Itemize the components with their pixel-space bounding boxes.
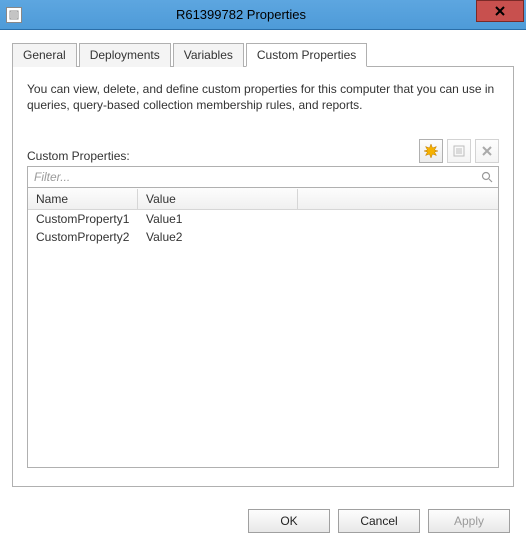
cell-value: Value2: [138, 229, 298, 245]
cell-value: Value1: [138, 211, 298, 227]
tab-general[interactable]: General: [12, 43, 77, 67]
properties-listview[interactable]: Name Value CustomProperty1 Value1 Custom…: [27, 188, 499, 468]
edit-property-button[interactable]: [447, 139, 471, 163]
search-icon[interactable]: [476, 171, 498, 183]
description-text: You can view, delete, and define custom …: [27, 81, 499, 113]
column-header-name[interactable]: Name: [28, 189, 138, 209]
table-row[interactable]: CustomProperty2 Value2: [28, 228, 498, 246]
window-title: R61399782 Properties: [6, 7, 476, 22]
tab-deployments[interactable]: Deployments: [79, 43, 171, 67]
table-row[interactable]: CustomProperty1 Value1: [28, 210, 498, 228]
listview-header: Name Value: [28, 188, 498, 210]
starburst-icon: [424, 144, 438, 158]
dialog-buttons: OK Cancel Apply: [248, 509, 510, 533]
delete-x-icon: [480, 144, 494, 158]
title-bar: R61399782 Properties: [0, 0, 526, 30]
cell-name: CustomProperty1: [28, 211, 138, 227]
tab-strip: General Deployments Variables Custom Pro…: [12, 42, 514, 67]
cell-name: CustomProperty2: [28, 229, 138, 245]
delete-property-button[interactable]: [475, 139, 499, 163]
column-header-spacer: [298, 196, 498, 202]
tab-panel-custom-properties: You can view, delete, and define custom …: [12, 67, 514, 487]
column-header-value[interactable]: Value: [138, 189, 298, 209]
filter-input[interactable]: [28, 168, 476, 186]
filter-box: [27, 166, 499, 188]
tab-custom-properties[interactable]: Custom Properties: [246, 43, 367, 67]
apply-button[interactable]: Apply: [428, 509, 510, 533]
close-button[interactable]: [476, 0, 524, 22]
cancel-button[interactable]: Cancel: [338, 509, 420, 533]
ok-button[interactable]: OK: [248, 509, 330, 533]
tab-variables[interactable]: Variables: [173, 43, 244, 67]
custom-properties-label: Custom Properties:: [27, 149, 130, 163]
new-property-button[interactable]: [419, 139, 443, 163]
properties-icon: [452, 144, 466, 158]
